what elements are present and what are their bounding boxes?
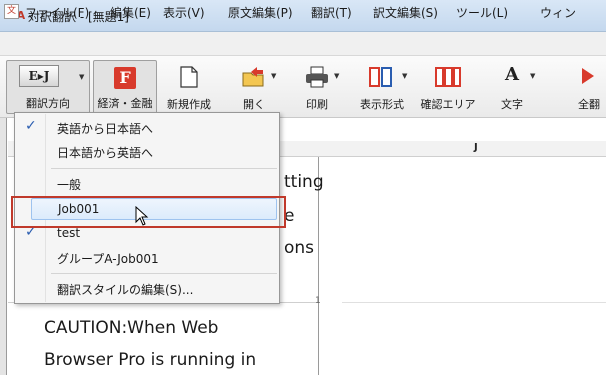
menu-source-edit[interactable]: 原文編集(P) [228,4,293,21]
menu-item-label: 一般 [57,178,82,192]
translate-all-button[interactable]: 全翻 [566,60,606,114]
menu-item-japanese-to-english[interactable]: 日本語から英語へ [16,141,278,163]
field-dictionary-icon: F [114,67,136,89]
translation-direction-icon: E▸J [19,65,59,87]
menu-target-edit[interactable]: 訳文編集(S) [373,4,438,21]
translation-direction-label: 翻訳方向 [26,97,70,110]
new-document-label: 新規作成 [167,98,211,111]
check-area-label: 確認エリア [420,98,476,111]
menu-item-label: 翻訳スタイルの編集(S)... [57,283,194,297]
display-format-label: 表示形式 [360,98,404,111]
left-margin [0,118,7,375]
open-label: 開く [243,98,265,111]
field-dictionary-label: 経済・金融 [97,97,153,110]
row-separator [342,302,606,303]
new-document-button[interactable]: 新規作成 [160,60,218,114]
chevron-down-icon: ▼ [271,72,277,80]
menu-translate[interactable]: 翻訳(T) [311,4,352,21]
check-area-icon [435,67,461,87]
document-menu-icon[interactable]: 文 [4,4,19,19]
chevron-down-icon: ▼ [402,72,408,80]
row-number: 1 [315,296,321,306]
menu-edit[interactable]: 編集(E) [110,4,151,21]
translate-all-icon [582,68,594,84]
print-label: 印刷 [306,98,328,111]
new-document-icon [180,66,198,88]
menu-item-label: 日本語から英語へ [57,146,154,160]
menu-window[interactable]: ウィン [540,4,576,21]
open-button[interactable]: ▼ 開く [225,60,283,114]
check-area-button[interactable]: 確認エリア [418,60,478,114]
font-icon: A [505,64,519,85]
menu-view[interactable]: 表示(V) [163,4,205,21]
menu-item-label: 英語から日本語へ [57,122,154,136]
source-text-line: CAUTION:When Web [44,318,219,338]
display-format-icon [369,67,392,87]
open-folder-icon [242,67,264,87]
source-text-line: Browser Pro is running in [44,350,257,370]
mouse-cursor-icon [135,206,149,226]
menu-item-english-to-japanese[interactable]: ✓ 英語から日本語へ [16,117,278,139]
source-text-line: ons [284,238,315,258]
menu-item-general[interactable]: 一般 [16,173,278,195]
menu-item-label: グループA-Job001 [57,252,159,266]
toolbar: E▸J ▼ 翻訳方向 F 経済・金融 新規作成 ▼ 開く ▼ 印刷 ▼ 表示形式… [0,56,606,118]
chevron-down-icon: ▼ [79,73,85,81]
menu-item-edit-translation-style[interactable]: 翻訳スタイルの編集(S)... [16,278,278,300]
translate-all-label: 全翻 [578,98,600,111]
column-header-label: J [474,142,478,153]
menu-tools[interactable]: ツール(L) [456,4,508,21]
menu-item-label: test [57,226,81,240]
printer-icon [306,66,328,88]
chevron-down-icon: ▼ [530,72,536,80]
menu-file[interactable]: ファイル(F) [25,4,89,21]
source-text-line: tting [284,172,324,192]
font-button[interactable]: A ▼ 文字 [482,60,542,114]
field-dictionary-button[interactable]: F 経済・金融 [93,60,157,114]
font-label: 文字 [501,98,523,111]
check-icon: ✓ [25,118,37,134]
chevron-down-icon: ▼ [334,72,340,80]
menu-item-group-a-job001[interactable]: グループA-Job001 [16,247,278,269]
translation-direction-button[interactable]: E▸J ▼ 翻訳方向 [6,60,90,114]
menu-bar [0,32,606,56]
menu-separator [51,273,277,274]
menu-separator [51,168,277,169]
display-format-button[interactable]: ▼ 表示形式 [350,60,414,114]
print-button[interactable]: ▼ 印刷 [288,60,346,114]
